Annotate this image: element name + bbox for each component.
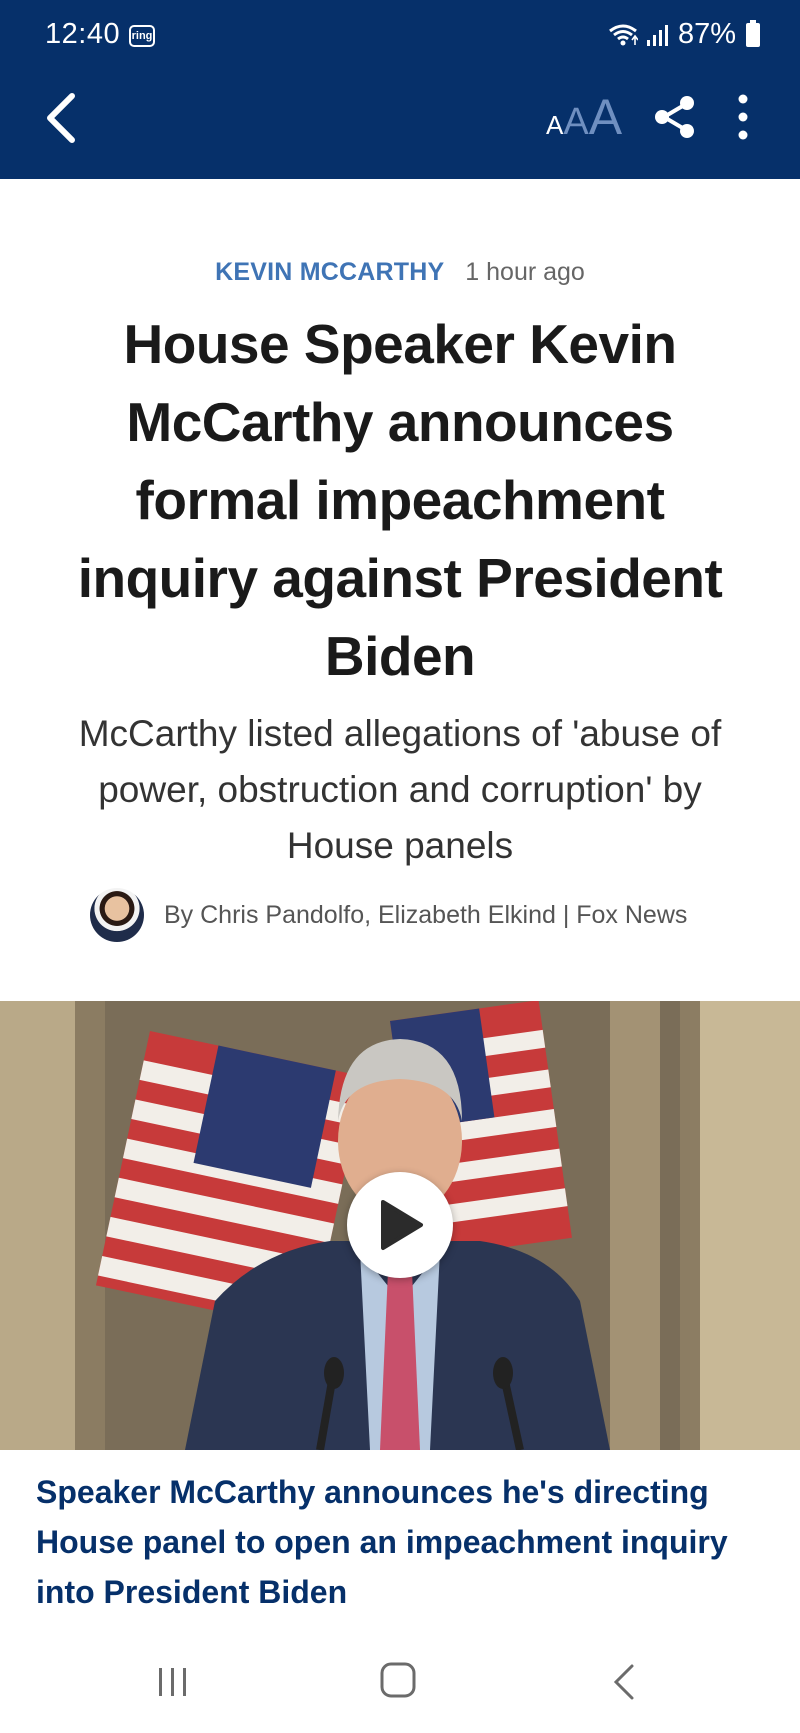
battery-percent: 87%: [677, 18, 736, 50]
status-icons: 87%: [608, 18, 760, 51]
recent-apps-icon: [159, 1668, 186, 1696]
home-icon: [380, 1662, 416, 1698]
top-bar: 12:40 ring 87% A A A: [0, 0, 800, 179]
font-size-icon-large: A: [588, 89, 623, 145]
ring-badge: ring: [129, 25, 155, 47]
article-headline: House Speaker Kevin McCarthy announces f…: [77, 313, 723, 687]
nav-back-button[interactable]: [606, 1662, 642, 1707]
back-button[interactable]: [36, 88, 88, 148]
category-link[interactable]: KEVIN MCCARTHY: [215, 258, 444, 286]
back-arrow-icon: [47, 93, 75, 143]
more-options-button[interactable]: [728, 92, 758, 142]
article-meta: KEVIN MCCARTHY 1 hour ago: [0, 258, 800, 287]
font-size-icon-small: A: [546, 110, 564, 140]
play-icon: [381, 1200, 423, 1250]
video-caption[interactable]: Speaker McCarthy announces he's directin…: [36, 1467, 766, 1617]
font-size-icon-medium: A: [563, 101, 589, 143]
battery-icon: [746, 19, 760, 47]
share-button[interactable]: [650, 92, 700, 142]
play-button[interactable]: [347, 1172, 453, 1278]
author-avatar[interactable]: [90, 888, 144, 942]
system-nav-bar: [0, 1640, 800, 1733]
back-icon: [613, 1664, 634, 1700]
recent-apps-button[interactable]: [155, 1664, 191, 1705]
byline-row: By Chris Pandolfo, Elizabeth Elkind | Fo…: [90, 888, 687, 942]
wifi-icon: [608, 22, 638, 48]
signal-icon: [646, 23, 670, 47]
byline[interactable]: By Chris Pandolfo, Elizabeth Elkind | Fo…: [164, 901, 687, 930]
time-ago: 1 hour ago: [465, 258, 585, 286]
more-vertical-icon: [738, 94, 748, 140]
home-button[interactable]: [378, 1660, 418, 1705]
share-icon: [655, 96, 694, 138]
article-subheadline: McCarthy listed allegations of 'abuse of…: [78, 713, 722, 866]
status-time: 12:40: [45, 18, 121, 50]
font-size-button[interactable]: A A A: [546, 92, 622, 142]
